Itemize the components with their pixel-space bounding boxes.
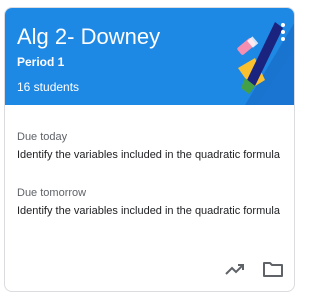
- class-card[interactable]: Alg 2- Downey Period 1 16 students Due t…: [4, 7, 295, 292]
- class-card-header[interactable]: Alg 2- Downey Period 1 16 students: [5, 8, 294, 105]
- upcoming-work: Due today Identify the variables include…: [5, 105, 294, 241]
- due-label: Due today: [17, 131, 68, 143]
- more-vert-icon-dot: [281, 30, 285, 34]
- student-count: 16 students: [17, 80, 80, 94]
- gradebook-button[interactable]: [223, 257, 247, 281]
- class-drive-folder-button[interactable]: [261, 257, 285, 281]
- due-label: Due tomorrow: [17, 187, 87, 199]
- folder-icon: [263, 262, 283, 277]
- card-footer: [5, 241, 294, 291]
- more-vert-icon-dot: [281, 37, 285, 41]
- class-section: Period 1: [17, 55, 65, 69]
- assignment-link[interactable]: Identify the variables included in the q…: [17, 148, 293, 162]
- more-options-button[interactable]: [275, 20, 291, 44]
- trending-up-icon: [225, 264, 244, 275]
- assignment-link[interactable]: Identify the variables included in the q…: [17, 204, 293, 218]
- more-vert-icon: [281, 23, 285, 27]
- class-title[interactable]: Alg 2- Downey: [17, 23, 160, 51]
